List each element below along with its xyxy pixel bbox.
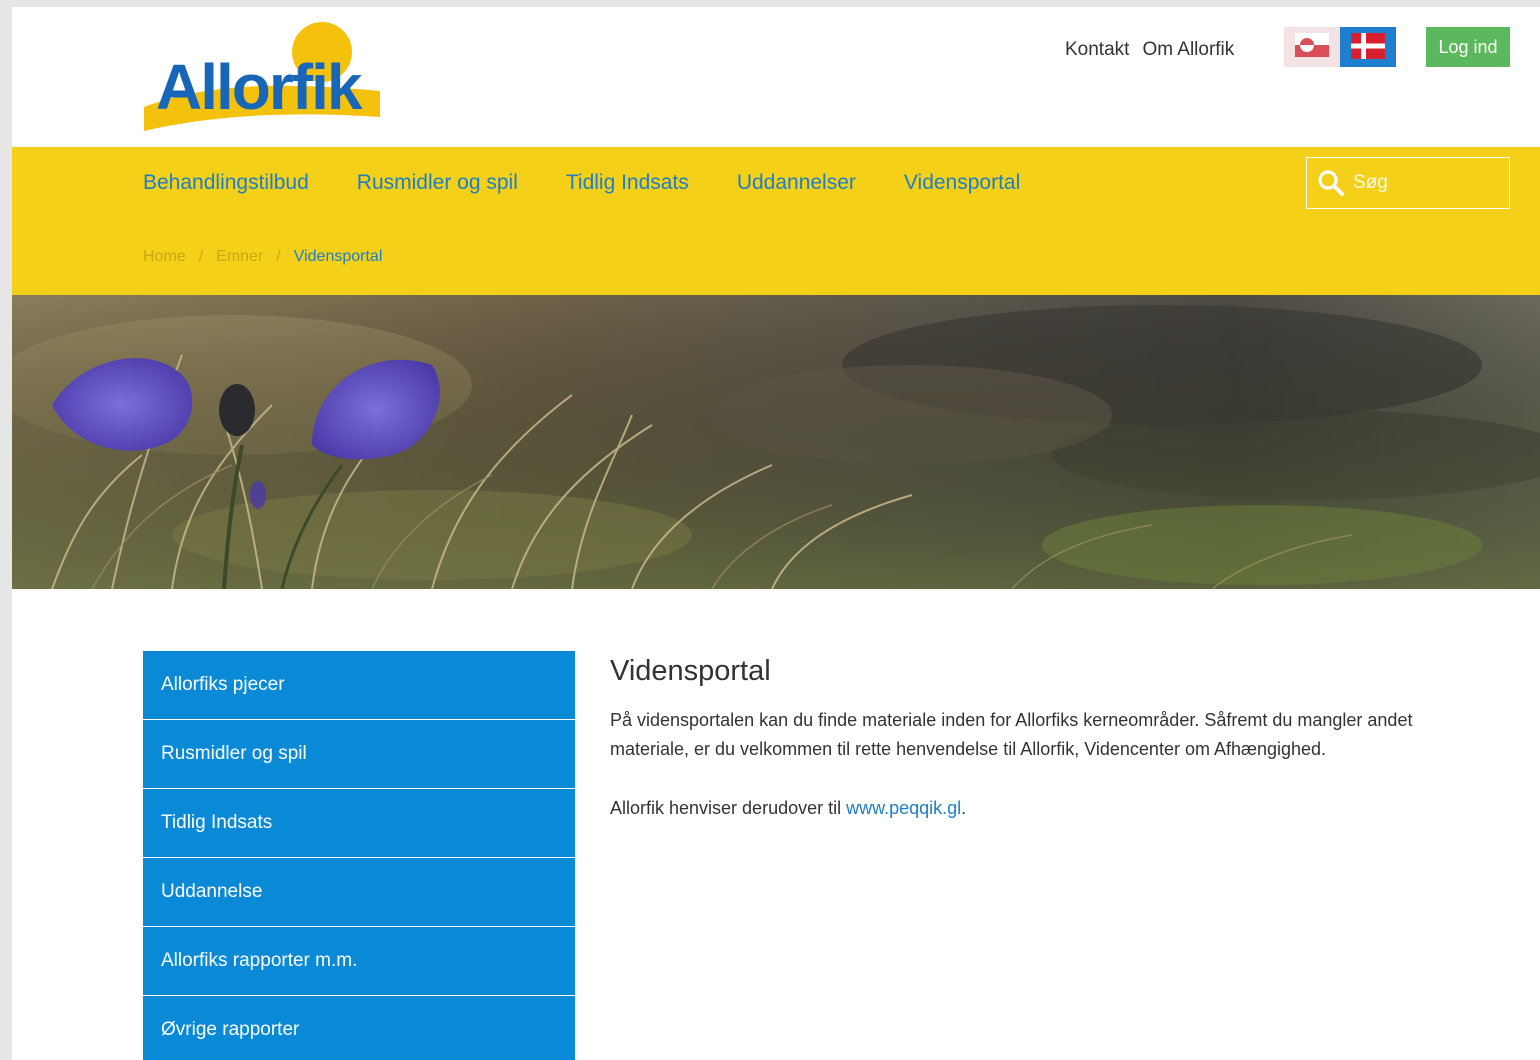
nav-item-rusmidler-og-spil[interactable]: Rusmidler og spil bbox=[357, 171, 518, 195]
reference-text: Allorfik henviser derudover til bbox=[610, 798, 847, 818]
breadcrumb-emner[interactable]: Emner bbox=[216, 248, 263, 266]
nav-item-tidlig-indsats[interactable]: Tidlig Indsats bbox=[566, 171, 689, 195]
search-icon[interactable] bbox=[1317, 169, 1345, 197]
breadcrumb: Home / Emner / Vidensportal bbox=[143, 248, 382, 266]
top-link-om-allorfik[interactable]: Om Allorfik bbox=[1142, 39, 1234, 61]
sidebar-item-allorfiks-pjecer[interactable]: Allorfiks pjecer bbox=[143, 651, 575, 719]
search-input[interactable] bbox=[1353, 172, 1503, 194]
allorfik-logo[interactable]: Allorfik bbox=[142, 15, 382, 133]
sidebar-item-allorfiks-rapporter[interactable]: Allorfiks rapporter m.m. bbox=[143, 927, 575, 995]
logo-graphic: Allorfik bbox=[144, 22, 380, 131]
flag-denmark-icon bbox=[1351, 33, 1385, 59]
site-header: Allorfik Kontakt Om Allorfik Log ind bbox=[12, 7, 1540, 147]
reference-suffix: . bbox=[961, 798, 967, 818]
peqqik-link[interactable]: www.peqqik.gl bbox=[846, 798, 961, 818]
language-danish-button[interactable] bbox=[1340, 27, 1396, 67]
main-nav: Behandlingstilbud Rusmidler og spil Tidl… bbox=[143, 171, 1068, 195]
nav-item-vidensportal[interactable]: Vidensportal bbox=[904, 171, 1020, 195]
sidebar-item-rusmidler-og-spil[interactable]: Rusmidler og spil bbox=[143, 720, 575, 788]
hero-image bbox=[12, 295, 1540, 589]
page-title: Vidensportal bbox=[610, 655, 771, 687]
page: Allorfik Kontakt Om Allorfik Log ind Beh… bbox=[12, 7, 1540, 1060]
logo-text: Allorfik bbox=[156, 51, 363, 123]
nav-item-uddannelser[interactable]: Uddannelser bbox=[737, 171, 856, 195]
login-button[interactable]: Log ind bbox=[1426, 27, 1510, 67]
top-links: Kontakt Om Allorfik bbox=[1065, 39, 1234, 61]
main-content: Vidensportal På vidensportalen kan du fi… bbox=[610, 655, 1470, 823]
search-box bbox=[1306, 157, 1510, 209]
hero-graphic bbox=[12, 295, 1540, 589]
intro-paragraph: På vidensportalen kan du finde materiale… bbox=[610, 710, 1413, 759]
reference-paragraph: Allorfik henviser derudover til www.peqq… bbox=[610, 794, 1470, 823]
nav-item-behandlingstilbud[interactable]: Behandlingstilbud bbox=[143, 171, 309, 195]
breadcrumb-separator: / bbox=[198, 248, 204, 265]
nav-band: Behandlingstilbud Rusmidler og spil Tidl… bbox=[12, 147, 1540, 295]
breadcrumb-home[interactable]: Home bbox=[143, 248, 186, 266]
sidebar-item-ovrige-rapporter[interactable]: Øvrige rapporter bbox=[143, 996, 575, 1060]
sidebar-item-uddannelse[interactable]: Uddannelse bbox=[143, 858, 575, 926]
language-greenlandic-button[interactable] bbox=[1284, 27, 1340, 67]
sidebar: Allorfiks pjecer Rusmidler og spil Tidli… bbox=[143, 651, 575, 1060]
sidebar-item-tidlig-indsats[interactable]: Tidlig Indsats bbox=[143, 789, 575, 857]
top-link-kontakt[interactable]: Kontakt bbox=[1065, 39, 1129, 61]
breadcrumb-separator: / bbox=[276, 248, 281, 265]
flag-greenland-icon bbox=[1295, 33, 1329, 57]
breadcrumb-current: Vidensportal bbox=[293, 248, 383, 265]
